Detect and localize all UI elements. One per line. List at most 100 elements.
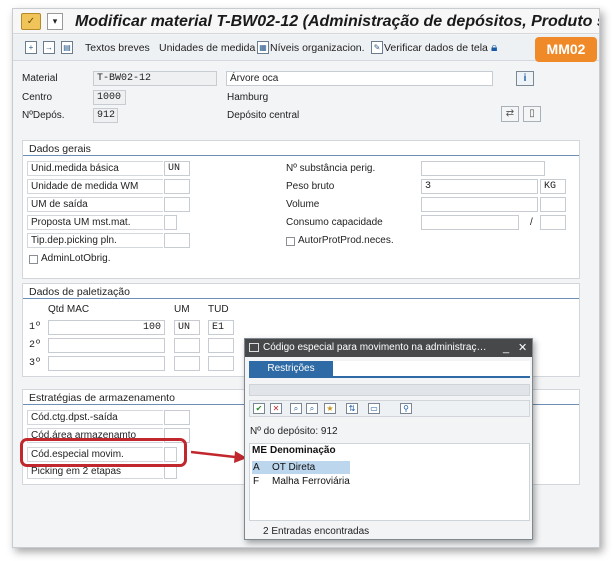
copy-document-icon[interactable]: → [43, 41, 55, 54]
row-1-um-field[interactable]: UN [174, 320, 200, 335]
row-3-um-field[interactable] [174, 356, 200, 371]
unidade-medida-wm-field[interactable] [164, 179, 190, 194]
info-icon[interactable]: i [516, 71, 534, 86]
document-icon[interactable]: ▯ [523, 106, 541, 122]
row-f-name[interactable]: Malha Ferroviária [272, 476, 350, 487]
title-bar: ✓ ▾ Modificar material T-BW02-12 (Admini… [13, 9, 600, 34]
substancia-label: Nº substância perig. [286, 163, 376, 174]
row-2-label: 2º [29, 340, 42, 351]
consumo-label: Consumo capacidade [286, 217, 383, 228]
row-f-code[interactable]: F [253, 476, 259, 487]
settings-icon[interactable]: ⚲ [400, 403, 412, 414]
centro-description: Hamburg [227, 92, 269, 103]
entries-found-text: 2 Entradas encontradas [263, 526, 370, 537]
um-header: UM [174, 304, 190, 315]
row-3-tud-field[interactable] [208, 356, 234, 371]
column-header-denominacao[interactable]: Denominação [270, 445, 336, 456]
volume-unit-field[interactable] [540, 197, 566, 212]
dados-gerais-group: Dados gerais Unid.medida básica UN Unida… [22, 140, 580, 279]
centro-field[interactable]: 1000 [93, 90, 126, 105]
consumo-field[interactable] [421, 215, 519, 230]
autor-prot-label: AutorProtProd.neces. [298, 235, 394, 246]
material-description-field[interactable]: Árvore oca [226, 71, 493, 86]
tab-restricoes[interactable]: Restrições [249, 361, 333, 377]
estrategias-title: Estratégias de armazenamento [29, 392, 175, 404]
peso-bruto-unit-field[interactable]: KG [540, 179, 566, 194]
dialog-title-bar: Código especial para movimento na admini… [245, 339, 532, 357]
dados-gerais-title: Dados gerais [29, 143, 91, 155]
deposito-info-text: Nº do depósito: 912 [250, 426, 338, 437]
checkmark-icon[interactable]: ✔ [253, 403, 265, 414]
substancia-field[interactable] [421, 161, 545, 176]
unidades-medida-button[interactable]: Unidades de medida [159, 42, 255, 54]
print-icon[interactable]: ▭ [368, 403, 380, 414]
centro-label: Centro [22, 92, 53, 103]
f4-help-dialog: Código especial para movimento na admini… [244, 338, 533, 540]
dialog-title: Código especial para movimento na admini… [263, 342, 487, 353]
paletizacao-title: Dados de paletização [29, 286, 130, 298]
verificar-dados-button[interactable]: Verificar dados de tela [384, 42, 488, 54]
autor-prot-checkbox[interactable] [286, 237, 295, 246]
find-icon[interactable]: ⌕ [290, 403, 302, 414]
window-title: Modificar material T-BW02-12 (Administra… [75, 13, 600, 30]
deposito-description: Depósito central [227, 110, 300, 121]
find-next-icon[interactable]: ⌕ [306, 403, 318, 414]
cancel-icon[interactable]: ✕ [270, 403, 282, 414]
filter-icon[interactable]: ★ [324, 403, 336, 414]
proposta-um-label: Proposta UM mst.mat. [27, 215, 163, 230]
sap-app-icon[interactable]: ✓ [21, 13, 41, 30]
qtd-mac-header: Qtd MAC [48, 304, 90, 315]
new-document-icon[interactable]: + [25, 41, 37, 54]
consumo-unit-field[interactable] [540, 215, 566, 230]
lock-icon[interactable]: 🔒︎ [491, 41, 503, 54]
row-1-label: 1º [29, 322, 42, 333]
handshake-icon[interactable]: ⇄ [501, 106, 519, 122]
arrow-annotation [191, 450, 247, 463]
niveis-organizacion-button[interactable]: Níveis organizacion. [270, 42, 365, 54]
deposito-label: NºDepós. [22, 110, 65, 121]
material-field[interactable]: T-BW02-12 [93, 71, 217, 86]
tud-header: TUD [208, 304, 229, 315]
textos-breves-button[interactable]: Textos breves [85, 42, 150, 54]
row-a-code[interactable]: A [253, 462, 260, 473]
unid-medida-basica-field[interactable]: UN [164, 161, 190, 176]
status-bar: 2 Entradas encontradas [249, 525, 530, 539]
dialog-tab-bar: Restrições [249, 361, 530, 378]
admin-lot-checkbox[interactable] [29, 255, 38, 264]
menu-dropdown-icon[interactable]: ▾ [47, 13, 63, 30]
row-2-tud-field[interactable] [208, 338, 234, 353]
volume-label: Volume [286, 199, 320, 210]
row-a-name[interactable]: OT Direta [272, 462, 315, 473]
org-levels-icon[interactable]: ▦ [257, 41, 269, 54]
minimize-icon[interactable]: _ [503, 339, 509, 357]
highlight-annotation [20, 438, 187, 467]
tip-dep-picking-label: Tip.dep.picking pln. [27, 233, 163, 248]
dialog-toolbar: ✔ ✕ ⌕ ⌕ ★ ⇅ ▭ ⚲ [249, 400, 530, 417]
close-icon[interactable]: ✕ [518, 339, 527, 357]
column-header-me[interactable]: ME [252, 445, 267, 456]
proposta-um-field[interactable] [164, 215, 177, 230]
check-screen-icon[interactable]: ✎ [371, 41, 383, 54]
sort-icon[interactable]: ⇅ [346, 403, 358, 414]
row-3-qtd-field[interactable] [48, 356, 165, 371]
tip-dep-picking-field[interactable] [164, 233, 190, 248]
cod-ctg-field[interactable] [164, 410, 190, 425]
admin-lot-label: AdminLotObrig. [41, 253, 111, 264]
organizational-data-icon[interactable]: ▤ [61, 41, 73, 54]
row-2-um-field[interactable] [174, 338, 200, 353]
row-1-tud-field[interactable]: E1 [208, 320, 234, 335]
material-label: Material [22, 73, 58, 84]
unid-medida-basica-label: Unid.medida básica [27, 161, 163, 176]
dialog-window-icon [249, 343, 259, 352]
deposito-field[interactable]: 912 [93, 108, 118, 123]
cod-ctg-label: Cód.ctg.dpst.-saída [27, 410, 163, 425]
peso-bruto-field[interactable]: 3 [421, 179, 538, 194]
sap-window: ✓ ▾ Modificar material T-BW02-12 (Admini… [12, 8, 600, 548]
application-toolbar: + → ▤ Textos breves Unidades de medida ▦… [13, 35, 599, 61]
transaction-badge: MM02 [535, 37, 597, 62]
row-2-qtd-field[interactable] [48, 338, 165, 353]
row-1-qtd-field[interactable]: 100 [48, 320, 165, 335]
volume-field[interactable] [421, 197, 538, 212]
unidade-medida-wm-label: Unidade de medida WM [27, 179, 163, 194]
um-saida-field[interactable] [164, 197, 190, 212]
